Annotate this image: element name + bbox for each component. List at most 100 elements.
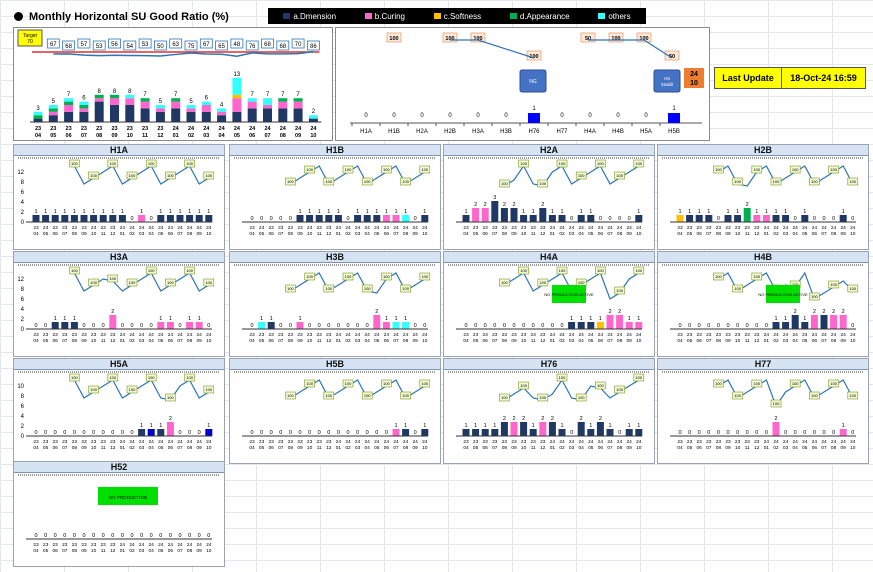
bar xyxy=(686,215,694,222)
ratio-tag-label: 100 xyxy=(597,383,604,388)
bar-value-label: 1 xyxy=(474,423,477,429)
x-tick-label: H1B xyxy=(388,129,400,135)
x-tick-label: 24 xyxy=(177,332,183,338)
x-tick-label: 23 xyxy=(110,439,116,445)
bar xyxy=(157,322,165,329)
x-tick-label: 12 xyxy=(754,231,760,237)
x-tick-label: 10 xyxy=(735,445,741,451)
bar-value-label: 3 xyxy=(493,195,496,201)
bar-value-label: 0 xyxy=(346,430,349,436)
bar xyxy=(529,215,537,222)
x-tick-label: 08 xyxy=(716,231,722,237)
x-tick-label: 07 xyxy=(177,338,183,344)
bar-value-label: 0 xyxy=(736,323,739,329)
x-tick-label: 12 xyxy=(110,231,116,237)
bullet-icon xyxy=(14,12,23,21)
x-tick-label: 09 xyxy=(511,445,517,451)
x-tick-label: 01 xyxy=(764,445,770,451)
bar-value-label: 0 xyxy=(746,430,749,436)
bar-segment xyxy=(125,94,135,99)
x-tick-label: 10 xyxy=(422,231,428,237)
bar-value-label: 0 xyxy=(102,430,105,436)
main-chart: Target70 67 68 57 53 56 54 53 50 63 75 67 65 48 76 68 68… xyxy=(17,29,322,139)
x-tick-label: H4A xyxy=(584,129,596,135)
bar xyxy=(421,215,429,222)
bar xyxy=(500,208,508,222)
x-tick-label: 24 xyxy=(355,225,361,231)
bar-segment xyxy=(278,98,288,102)
x-tick-label: 24 xyxy=(158,439,164,445)
bar-value-label: 0 xyxy=(337,323,340,329)
x-tick-label: H1A xyxy=(360,129,372,135)
x-tick-label: 08 xyxy=(502,445,508,451)
bar xyxy=(373,215,381,222)
x-tick-label: 24 xyxy=(139,439,145,445)
x-tick-label: 23 xyxy=(492,439,498,445)
panel-title: H2B xyxy=(658,145,868,156)
x-tick-label: 08 xyxy=(403,445,409,451)
panel-title: H1B xyxy=(230,145,440,156)
x-tick-label: 05 xyxy=(802,338,808,344)
panel-chart: 10010010010010010010010012 232 21 121 101 10 0… xyxy=(448,157,650,237)
x-tick-label: 23 xyxy=(53,225,59,231)
bar xyxy=(510,208,518,222)
x-tick-label: 09 xyxy=(197,231,203,237)
bar-segment xyxy=(217,111,227,116)
month-badge-year: 24 xyxy=(690,71,698,78)
x-tick-label: 12 xyxy=(540,231,546,237)
bar-value-label: 1 xyxy=(784,316,787,322)
bar xyxy=(186,322,194,329)
bar-segment xyxy=(48,105,58,109)
x-tick-label: 12 xyxy=(157,133,163,139)
x-tick-label: 24 xyxy=(607,332,613,338)
bar-value-label: 0 xyxy=(464,323,467,329)
bar-value-label: 1 xyxy=(63,316,66,322)
x-tick-label: 23 xyxy=(473,332,479,338)
bar-value-label: 0 xyxy=(599,216,602,222)
x-tick-label: 03 xyxy=(569,231,575,237)
x-tick-label: 23 xyxy=(735,439,741,445)
ratio-tag-label: 100 xyxy=(734,393,741,398)
ratio-tag-label: 100 xyxy=(306,381,313,386)
x-tick-label: 01 xyxy=(120,445,126,451)
bar-value-label: 0 xyxy=(121,323,124,329)
bar-value-label: 0 xyxy=(851,216,854,222)
x-tick-label: 24 xyxy=(264,126,271,132)
x-tick-label: 08 xyxy=(96,133,102,139)
bar xyxy=(90,215,98,222)
x-tick-label: 24 xyxy=(187,542,193,548)
ratio-label: 54 xyxy=(126,44,133,50)
x-tick-label: 24 xyxy=(187,332,193,338)
bar-value-label: 0 xyxy=(420,113,424,119)
x-tick-label: 24 xyxy=(569,332,575,338)
ratio-tag-label: 100 xyxy=(559,268,566,273)
x-tick-label: 07 xyxy=(492,231,498,237)
bar-segment xyxy=(155,105,165,109)
x-tick-label: 07 xyxy=(62,548,68,554)
x-tick-label: 23 xyxy=(307,332,313,338)
bar xyxy=(109,315,117,329)
x-tick-label: 23 xyxy=(35,126,41,132)
x-tick-label: 24 xyxy=(206,542,212,548)
x-tick-label: 24 xyxy=(636,225,642,231)
x-tick-label: 06 xyxy=(483,338,489,344)
x-tick-label: 24 xyxy=(422,225,428,231)
x-tick-label: 08 xyxy=(187,548,193,554)
x-tick-label: 23 xyxy=(259,332,265,338)
bar xyxy=(577,215,585,222)
bar xyxy=(61,215,69,222)
x-tick-label: 23 xyxy=(326,225,332,231)
x-tick-label: 10 xyxy=(310,133,316,139)
x-tick-label: 23 xyxy=(53,439,59,445)
x-tick-label: 05 xyxy=(43,445,49,451)
x-tick-label: 02 xyxy=(773,445,779,451)
ratio-label: 75 xyxy=(188,44,195,50)
x-tick-label: 24 xyxy=(850,439,856,445)
x-tick-label: 24 xyxy=(413,225,419,231)
x-tick-label: 24 xyxy=(831,439,837,445)
x-tick-label: 24 xyxy=(764,439,770,445)
x-tick-label: 02 xyxy=(188,133,194,139)
x-tick-label: 12 xyxy=(326,231,332,237)
ratio-tag-label: 100 xyxy=(129,387,136,392)
bar-value-label: 0 xyxy=(423,323,426,329)
